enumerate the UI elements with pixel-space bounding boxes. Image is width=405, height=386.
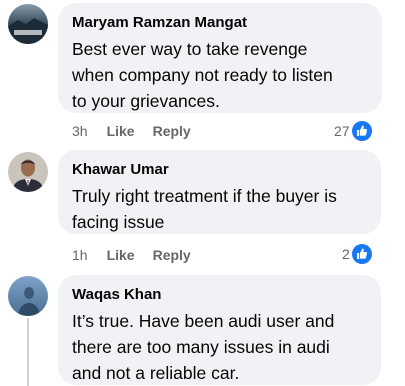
comment-timestamp[interactable]: 1h — [72, 247, 88, 263]
thumbs-up-icon — [351, 121, 372, 141]
reply-button[interactable]: Reply — [153, 247, 191, 263]
thread-line — [27, 318, 29, 386]
reaction-count: 27 — [334, 123, 350, 139]
avatar-image — [8, 4, 48, 44]
comment-author[interactable]: Maryam Ramzan Mangat — [72, 14, 368, 32]
reaction-count: 2 — [342, 246, 350, 262]
avatar-image — [8, 152, 48, 192]
comment-author[interactable]: Khawar Umar — [72, 161, 367, 179]
like-button[interactable]: Like — [107, 123, 135, 139]
reaction-summary[interactable]: 27 — [334, 120, 372, 142]
comment-text-line: and not a reliable car. — [72, 363, 240, 383]
thumbs-up-icon — [351, 244, 372, 264]
comment-text-line: Best ever way to take revenge — [72, 39, 308, 59]
avatar[interactable] — [8, 152, 48, 192]
comment-bubble: Khawar Umar Truly right treatment if the… — [58, 150, 381, 234]
comment-actions: 3h Like Reply — [72, 121, 191, 141]
avatar[interactable] — [8, 276, 48, 316]
comment-text-line: Truly right treatment if the buyer is — [72, 186, 337, 206]
avatar-image — [8, 276, 48, 316]
comment-bubble: Waqas Khan It’s true. Have been audi use… — [58, 275, 381, 385]
comment-text-line: when company not ready to listen — [72, 65, 333, 85]
reaction-summary[interactable]: 2 — [342, 243, 372, 265]
avatar[interactable] — [8, 4, 48, 44]
like-button[interactable]: Like — [107, 247, 135, 263]
comment-text: Best ever way to take revenge when compa… — [72, 36, 368, 114]
comment-bubble: Maryam Ramzan Mangat Best ever way to ta… — [58, 3, 382, 113]
comment-author[interactable]: Waqas Khan — [72, 286, 367, 304]
comment-text-line: there are too many issues in audi — [72, 337, 330, 357]
comment-actions: 1h Like Reply — [72, 245, 191, 265]
comment-text-line: It’s true. Have been audi user and — [72, 311, 335, 331]
comment-text: It’s true. Have been audi user and there… — [72, 308, 367, 386]
comment-text: Truly right treatment if the buyer is fa… — [72, 183, 367, 235]
reply-button[interactable]: Reply — [153, 123, 191, 139]
comment-text-line: to your grievances. — [72, 91, 220, 111]
comment-timestamp[interactable]: 3h — [72, 123, 88, 139]
comment-text-line: facing issue — [72, 212, 165, 232]
